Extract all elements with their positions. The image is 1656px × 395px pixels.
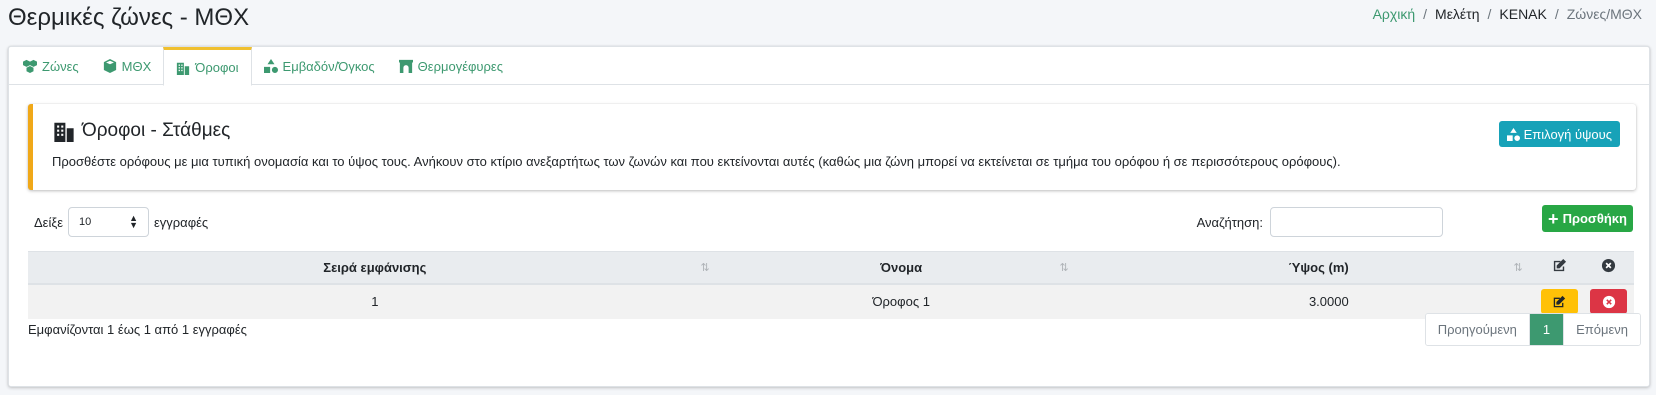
- add-label: Προσθήκη: [1562, 211, 1627, 226]
- column-header-label: Ύψος (m): [1288, 259, 1349, 275]
- column-header-name[interactable]: Όνομα ⇅: [722, 252, 1081, 284]
- page-title: Θερμικές ζώνες - ΜΘΧ: [8, 4, 250, 31]
- table-info: Εμφανίζονται 1 έως 1 από 1 εγγραφές: [28, 322, 247, 337]
- tab-label: Ζώνες: [42, 58, 79, 74]
- tab-label: ΜΘΧ: [121, 58, 152, 74]
- callout-title: Όροφοι - Στάθμες: [82, 120, 231, 141]
- chevron-updown-icon: ▲ ▼: [129, 213, 138, 230]
- pagination-page[interactable]: 1: [1529, 314, 1564, 345]
- page-length-select[interactable]: 10 ▲ ▼: [67, 207, 149, 237]
- search-label: Αναζήτηση:: [1196, 214, 1263, 230]
- breadcrumb-separator: /: [1554, 6, 1559, 22]
- tab-zones[interactable]: Ζώνες: [11, 47, 91, 85]
- breadcrumb: Αρχική / Μελέτη / KENAK / Ζώνες/ΜΘΧ: [1373, 6, 1642, 22]
- tab-label: Όροφοι: [195, 60, 239, 75]
- search-control: Αναζήτηση:: [1197, 207, 1443, 237]
- main-card: Ζώνες ΜΘΧ Όροφοι Εμβαδόν/Όγκος Θερμογέφυ…: [8, 46, 1650, 387]
- entries-label: εγγραφές: [153, 214, 209, 230]
- cube-icon: [103, 59, 116, 73]
- callout-text: Προσθέστε ορόφους με μια τυπική ονομασία…: [52, 154, 1341, 169]
- cubes-icon: [23, 59, 37, 73]
- shapes-icon: [1506, 127, 1520, 141]
- delete-row-button[interactable]: [1590, 289, 1628, 314]
- archway-icon: [398, 59, 413, 73]
- tab-area-volume[interactable]: Εμβαδόν/Όγκος: [252, 47, 387, 85]
- breadcrumb-home[interactable]: Αρχική: [1373, 6, 1416, 22]
- info-callout: Όροφοι - Στάθμες Προσθέστε ορόφους με μι…: [28, 104, 1636, 190]
- pagination-previous[interactable]: Προηγούμενη: [1425, 314, 1530, 345]
- edit-row-button[interactable]: [1540, 289, 1578, 314]
- tab-mthx[interactable]: ΜΘΧ: [91, 47, 164, 85]
- column-header-order[interactable]: Σειρά εμφάνισης ⇅: [28, 252, 722, 284]
- breadcrumb-separator: /: [1487, 6, 1492, 22]
- page-length-value: 10: [78, 216, 92, 228]
- tab-label: Θερμογέφυρες: [417, 58, 503, 74]
- times-circle-icon: [1602, 259, 1616, 273]
- shapes-icon: [263, 59, 278, 73]
- sort-icon: ⇅: [1513, 262, 1523, 274]
- search-input[interactable]: [1270, 207, 1443, 237]
- table-header-row: Σειρά εμφάνισης ⇅ Όνομα ⇅ Ύψος (m) ⇅: [28, 251, 1634, 284]
- floors-table: Σειρά εμφάνισης ⇅ Όνομα ⇅ Ύψος (m) ⇅ 1 Όροφ…: [28, 251, 1634, 319]
- column-header-edit: [1535, 252, 1584, 284]
- breadcrumb-study: Μελέτη: [1435, 6, 1480, 22]
- breadcrumb-current: Ζώνες/ΜΘΧ: [1566, 6, 1642, 22]
- callout-heading: Όροφοι - Στάθμες: [52, 120, 230, 142]
- sort-icon: ⇅: [700, 262, 710, 274]
- tab-bar: Ζώνες ΜΘΧ Όροφοι Εμβαδόν/Όγκος Θερμογέφυ…: [9, 47, 1649, 86]
- building-icon: [54, 122, 74, 142]
- tab-label: Εμβαδόν/Όγκος: [282, 58, 375, 74]
- breadcrumb-separator: /: [1423, 6, 1428, 22]
- cell-order: 1: [371, 294, 379, 309]
- plus-icon: +: [1548, 208, 1559, 229]
- show-label: Δείξε: [34, 214, 63, 230]
- column-header-delete: [1583, 252, 1634, 284]
- cell-name: Όροφος 1: [872, 294, 930, 309]
- pagination-next[interactable]: Επόμενη: [1563, 314, 1640, 345]
- table-row: 1 Όροφος 1 3.0000: [28, 283, 1634, 319]
- times-circle-icon: [1602, 295, 1615, 308]
- edit-icon: [1553, 295, 1566, 307]
- select-height-label: Επιλογή ύψους: [1523, 126, 1612, 142]
- column-header-label: Σειρά εμφάνισης: [323, 259, 427, 275]
- column-header-height[interactable]: Ύψος (m) ⇅: [1081, 252, 1535, 284]
- edit-icon: [1553, 259, 1566, 272]
- pagination: Προηγούμενη 1 Επόμενη: [1424, 313, 1641, 346]
- column-header-label: Όνομα: [880, 259, 923, 275]
- page-length-control: Δείξε 10 ▲ ▼ εγγραφές: [34, 207, 208, 237]
- building-icon: [177, 62, 190, 75]
- add-button[interactable]: + Προσθήκη: [1542, 205, 1633, 232]
- breadcrumb-kenak: KENAK: [1499, 6, 1547, 22]
- sort-icon: ⇅: [1059, 262, 1069, 274]
- tab-floors[interactable]: Όροφοι: [163, 47, 252, 86]
- tab-thermal-bridges[interactable]: Θερμογέφυρες: [387, 47, 515, 85]
- select-height-button[interactable]: Επιλογή ύψους: [1498, 121, 1620, 147]
